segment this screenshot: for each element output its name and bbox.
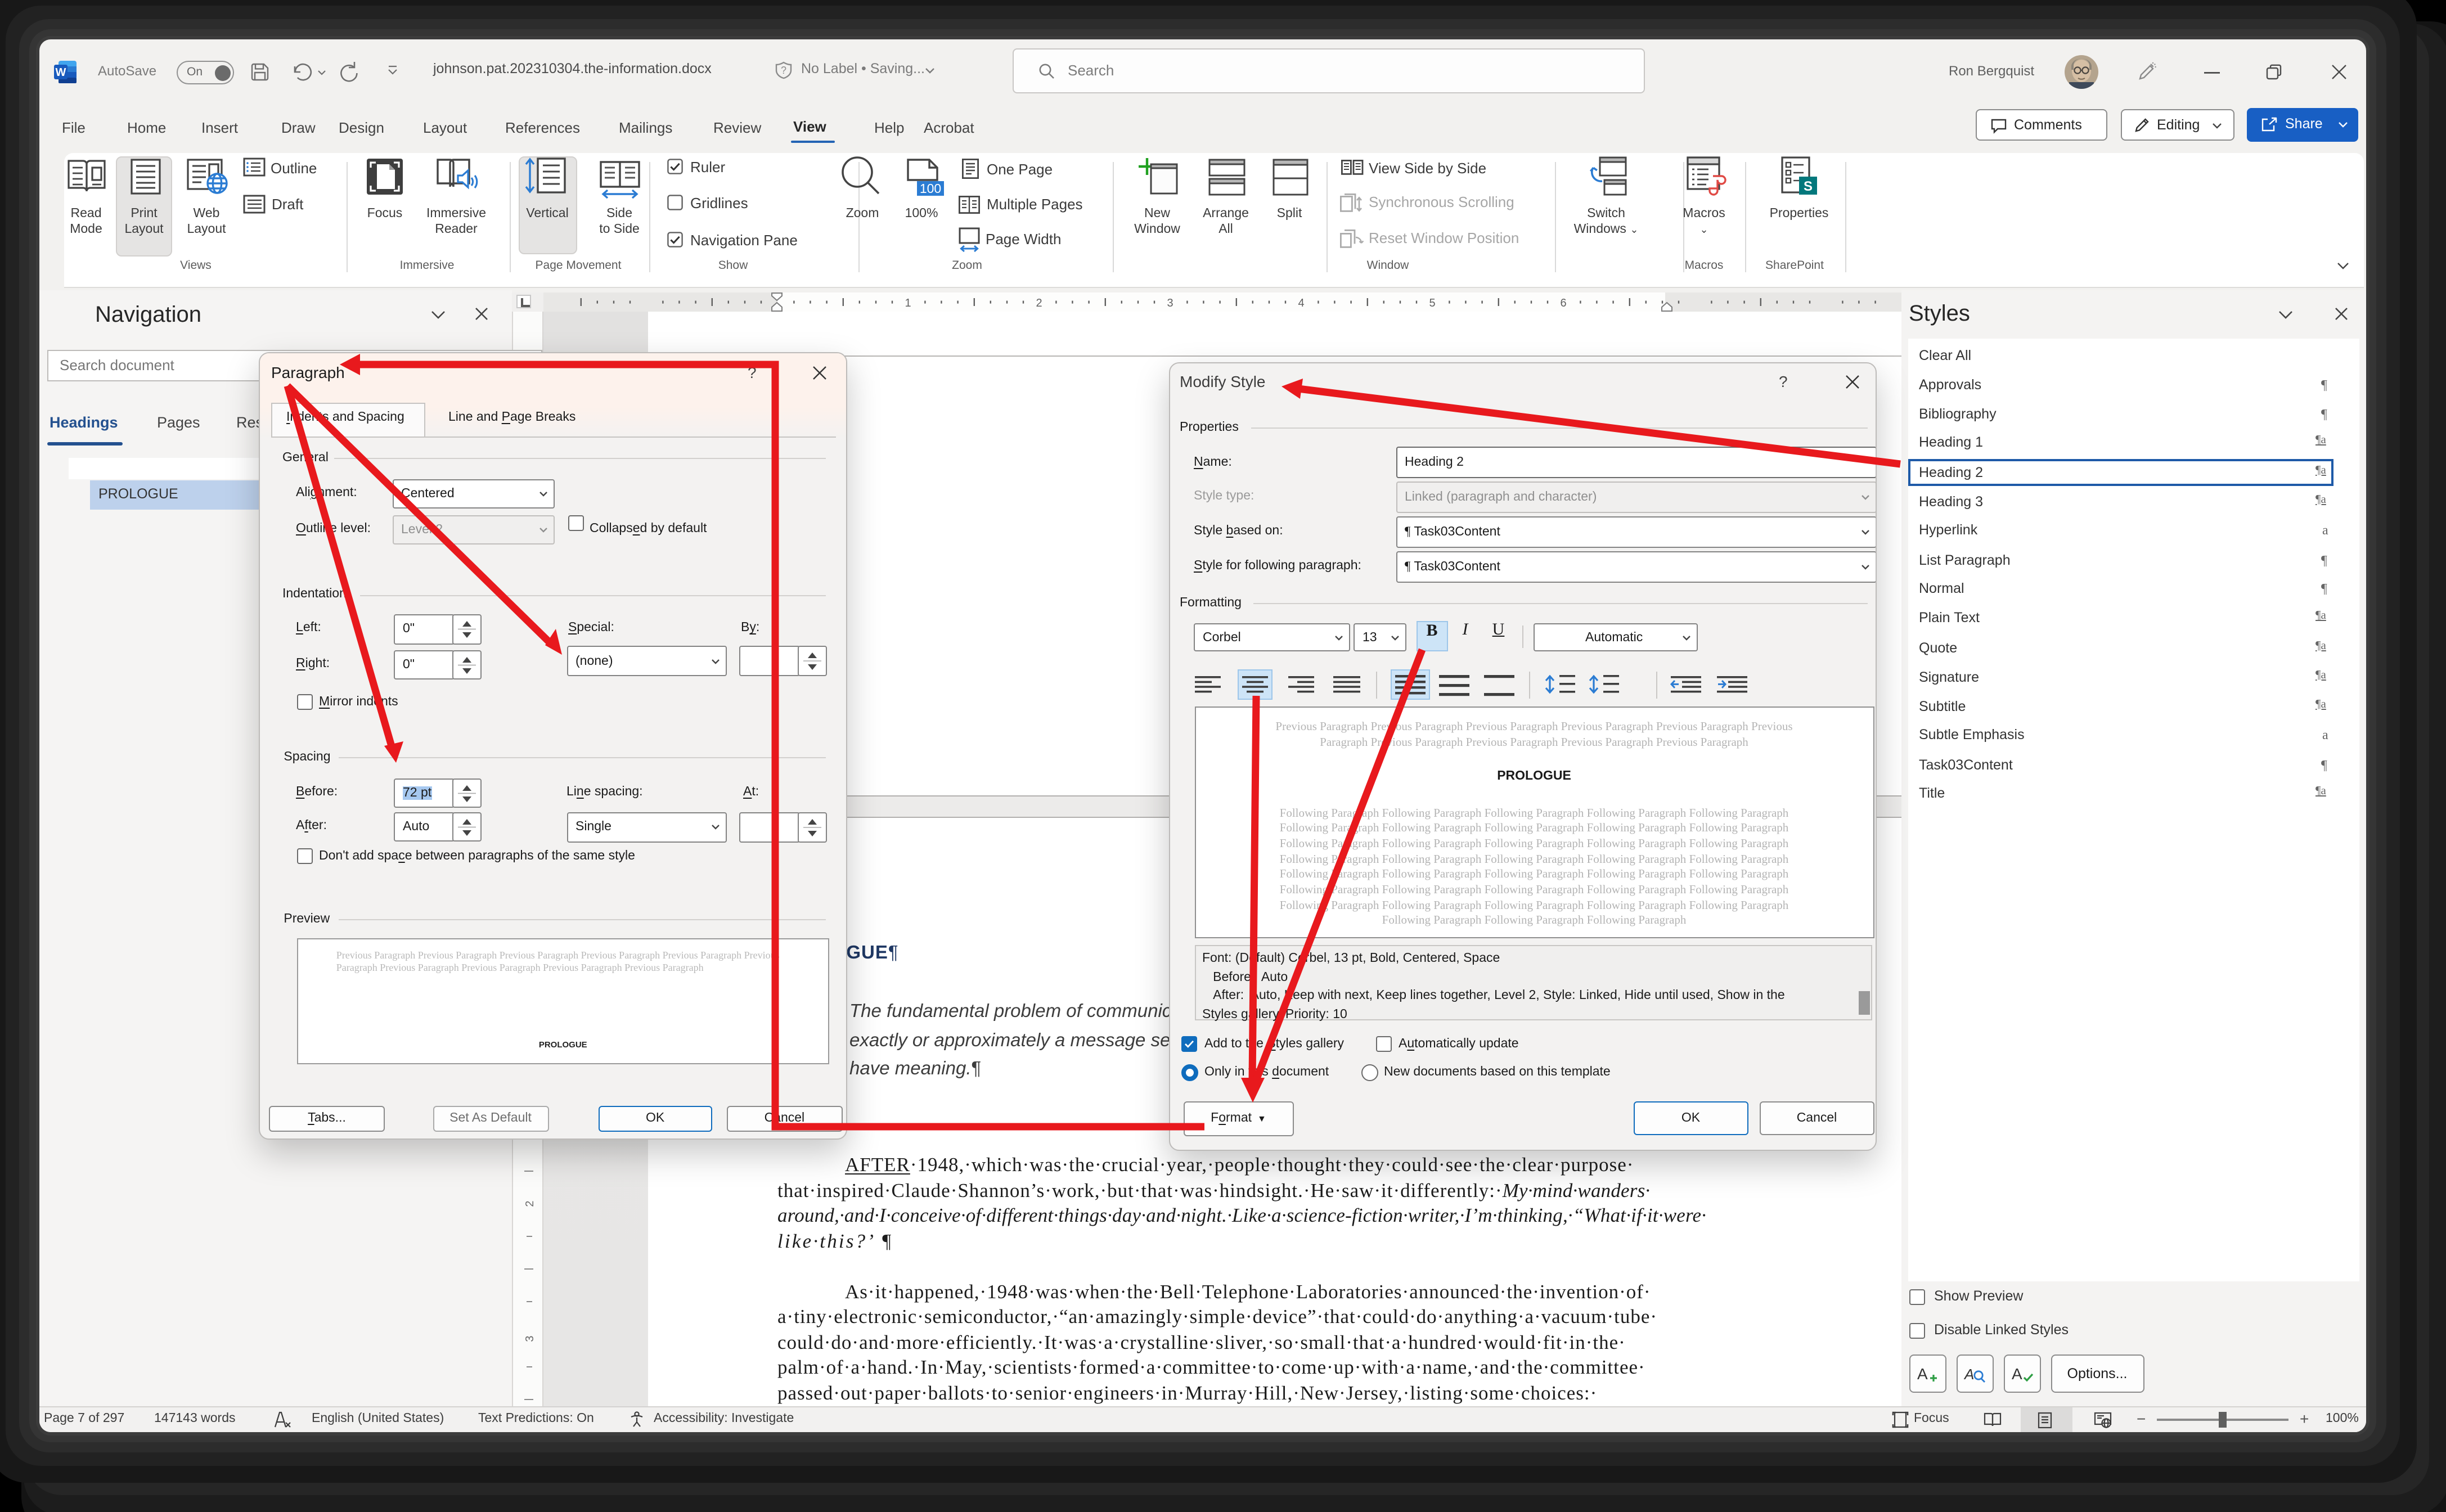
svg-text:A: A bbox=[1964, 1366, 1975, 1383]
svg-text:100: 100 bbox=[920, 181, 941, 195]
svg-text:6: 6 bbox=[1560, 297, 1566, 309]
svg-text:3: 3 bbox=[1167, 297, 1173, 309]
svg-text:3: 3 bbox=[524, 1335, 536, 1342]
svg-text:A: A bbox=[2012, 1365, 2023, 1383]
svg-text:?: ? bbox=[781, 65, 786, 76]
svg-text:S: S bbox=[1804, 179, 1813, 194]
svg-text:5: 5 bbox=[1429, 297, 1435, 309]
svg-text:4: 4 bbox=[1298, 297, 1304, 309]
svg-text:2: 2 bbox=[1036, 297, 1042, 309]
svg-text:2: 2 bbox=[524, 1200, 536, 1207]
svg-text:A: A bbox=[1918, 1365, 1928, 1383]
svg-text:W: W bbox=[55, 66, 66, 78]
svg-text:1: 1 bbox=[905, 297, 911, 309]
